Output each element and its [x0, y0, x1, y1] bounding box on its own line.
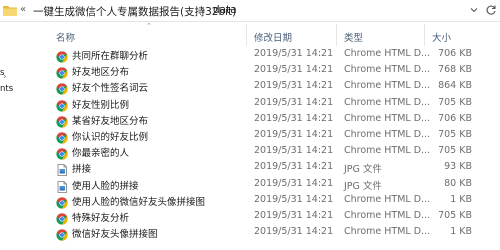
file-name: 共同所在群聊分析 [72, 51, 149, 62]
file-size: 705 KB [438, 129, 472, 140]
file-size: 1 KB [450, 226, 472, 238]
column-divider[interactable] [336, 24, 337, 46]
file-date: 2019/5/31 14:21 [254, 112, 334, 124]
file-name: 好友地区分布 [72, 67, 130, 79]
file-date: 2019/5/31 14:21 [254, 80, 334, 92]
file-date: 2019/5/31 14:21 [254, 177, 334, 189]
column-header-date[interactable]: 修改日期 [254, 30, 292, 44]
column-divider[interactable] [424, 24, 425, 46]
column-header-type[interactable]: 类型 [344, 30, 363, 44]
breadcrumb-current-folder[interactable]: data [213, 4, 237, 16]
chrome-icon [56, 97, 68, 112]
refresh-icon[interactable] [485, 4, 497, 16]
chrome-icon [56, 210, 68, 225]
breadcrumb-overflow-chevron[interactable]: « [20, 4, 26, 15]
nav-pane-item[interactable]: s [0, 68, 4, 78]
file-size: 705 KB [438, 96, 472, 108]
file-row[interactable]: 你认识的好友比例 2019/5/31 14:21 Chrome HTML D... 7… [50, 127, 500, 144]
file-row[interactable]: 微信好友头像拼接图 2019/5/31 14:21 Chrome HTML D...… [50, 224, 500, 241]
file-row[interactable]: 好友个性签名词云 2019/5/31 14:21 Chrome HTML D... 8… [50, 78, 500, 95]
chrome-icon [56, 145, 68, 160]
file-type: Chrome HTML D... [344, 226, 431, 238]
file-name: 某省好友地区分布 [72, 115, 149, 127]
file-size: 706 KB [438, 48, 472, 59]
file-size: 705 KB [438, 145, 472, 157]
chrome-icon [56, 226, 68, 241]
file-type: Chrome HTML D... [344, 210, 431, 221]
file-row[interactable]: 你最亲密的人 2019/5/31 14:21 Chrome HTML D... 705… [50, 143, 500, 160]
breadcrumb-separator[interactable]: › [201, 3, 205, 16]
file-row[interactable]: 共同所在群聊分析 2019/5/31 14:21 Chrome HTML D... 7… [50, 46, 500, 63]
folder-icon [3, 6, 17, 16]
file-type: Chrome HTML D... [344, 48, 431, 59]
file-row[interactable]: 拼接 2019/5/31 14:21 JPG 文件 93 KB [50, 159, 500, 177]
address-bar[interactable]: « 一键生成微信个人专属数据报告(支持32bit) › data [0, 0, 500, 22]
file-date: 2019/5/31 14:21 [254, 193, 334, 205]
file-size: 768 KB [438, 64, 472, 76]
chrome-icon [56, 129, 68, 144]
chrome-icon [56, 48, 68, 63]
column-header-name[interactable]: 名称 [56, 30, 75, 44]
file-type: Chrome HTML D... [344, 96, 431, 108]
file-size: 864 KB [438, 80, 472, 92]
chevron-down-icon[interactable] [469, 5, 479, 15]
file-type: Chrome HTML D... [344, 64, 431, 76]
chrome-icon [56, 80, 68, 95]
file-type: Chrome HTML D... [344, 112, 431, 124]
column-divider[interactable] [246, 24, 247, 46]
file-name: 特殊好友分析 [72, 213, 130, 224]
file-date: 2019/5/31 14:21 [254, 161, 334, 173]
file-name: 微信好友头像拼接图 [72, 229, 158, 241]
file-row[interactable]: 好友地区分布 2019/5/31 14:21 Chrome HTML D... 768… [50, 62, 500, 79]
file-row[interactable]: 某省好友地区分布 2019/5/31 14:21 Chrome HTML D... 7… [50, 111, 500, 128]
file-size: 706 KB [438, 112, 472, 124]
file-name: 好友个性签名词云 [72, 83, 149, 95]
file-date: 2019/5/31 14:21 [254, 129, 334, 140]
file-type: Chrome HTML D... [344, 145, 431, 157]
file-size: 80 KB [444, 177, 472, 189]
file-date: 2019/5/31 14:21 [254, 226, 334, 238]
navigation-pane[interactable]: › s nts [0, 22, 40, 250]
file-name: 使用人脸的微信好友头像拼接图 [72, 196, 206, 208]
chrome-icon [56, 194, 68, 209]
sort-ascending-icon: ⌃ [146, 22, 152, 30]
jpg-icon [56, 161, 68, 177]
file-date: 2019/5/31 14:21 [254, 145, 334, 157]
file-name: 你认识的好友比例 [72, 132, 149, 143]
file-row[interactable]: 使用人脸的微信好友头像拼接图 2019/5/31 14:21 Chrome HTML… [50, 192, 500, 209]
file-name: 好友性别比例 [72, 99, 130, 111]
file-type: JPG 文件 [344, 164, 382, 176]
file-row[interactable]: 特殊好友分析 2019/5/31 14:21 Chrome HTML D... 705… [50, 208, 500, 225]
file-type: Chrome HTML D... [344, 80, 431, 92]
chrome-icon [56, 113, 68, 128]
nav-pane-item[interactable]: nts [0, 84, 13, 94]
file-date: 2019/5/31 14:21 [254, 48, 334, 59]
file-name: 拼接 [72, 164, 92, 176]
jpg-icon [56, 178, 68, 193]
file-row[interactable]: 使用人脸的拼接 2019/5/31 14:21 JPG 文件 80 KB [50, 176, 500, 193]
file-name: 你最亲密的人 [72, 148, 130, 160]
file-size: 1 KB [450, 193, 472, 205]
file-type: Chrome HTML D... [344, 193, 431, 205]
file-row[interactable]: 好友性别比例 2019/5/31 14:21 Chrome HTML D... 705… [50, 95, 500, 112]
file-name: 使用人脸的拼接 [72, 180, 139, 192]
file-date: 2019/5/31 14:21 [254, 64, 334, 76]
file-date: 2019/5/31 14:21 [254, 96, 334, 108]
chrome-icon [56, 64, 68, 79]
file-type: JPG 文件 [344, 180, 382, 192]
file-date: 2019/5/31 14:21 [254, 210, 334, 221]
column-header-size[interactable]: 大小 [432, 30, 451, 44]
file-type: Chrome HTML D... [344, 129, 431, 140]
file-size: 705 KB [438, 210, 472, 221]
file-size: 93 KB [444, 161, 472, 173]
breadcrumb-parent-folder[interactable]: 一键生成微信个人专属数据报告(支持32bit) [33, 4, 236, 19]
